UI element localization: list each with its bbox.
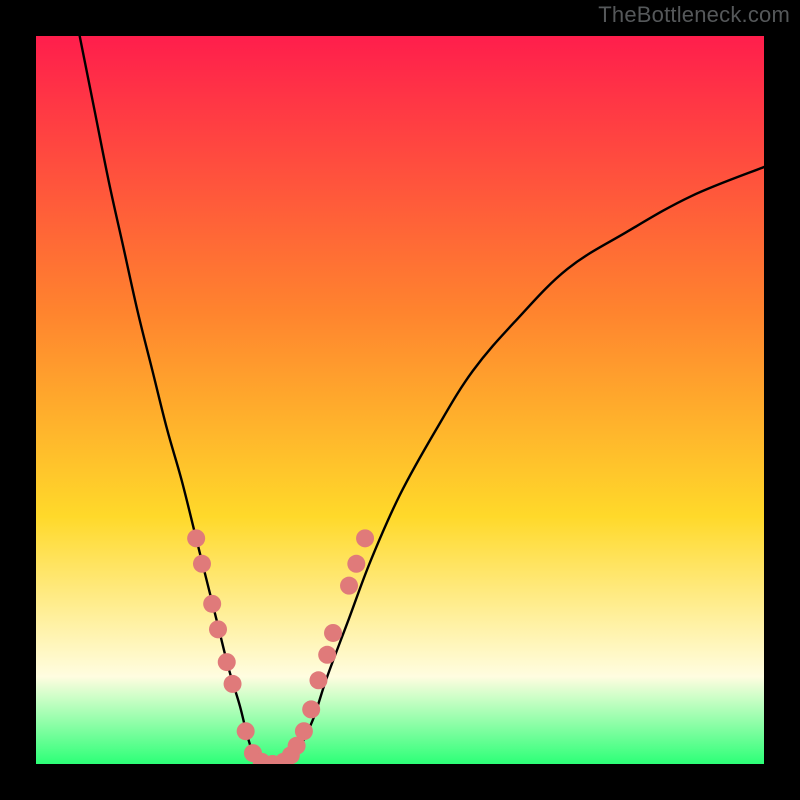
chart-svg [36, 36, 764, 764]
gradient-background [36, 36, 764, 764]
scatter-point [309, 671, 327, 689]
scatter-point [318, 646, 336, 664]
plot-area [36, 36, 764, 764]
scatter-point [295, 722, 313, 740]
scatter-point [224, 675, 242, 693]
scatter-point [187, 529, 205, 547]
watermark-text: TheBottleneck.com [598, 2, 790, 28]
scatter-point [347, 555, 365, 573]
scatter-point [340, 577, 358, 595]
scatter-point [218, 653, 236, 671]
scatter-point [356, 529, 374, 547]
scatter-point [237, 722, 255, 740]
scatter-point [324, 624, 342, 642]
scatter-point [203, 595, 221, 613]
chart-frame: TheBottleneck.com [0, 0, 800, 800]
scatter-point [209, 620, 227, 638]
scatter-point [193, 555, 211, 573]
scatter-point [302, 700, 320, 718]
